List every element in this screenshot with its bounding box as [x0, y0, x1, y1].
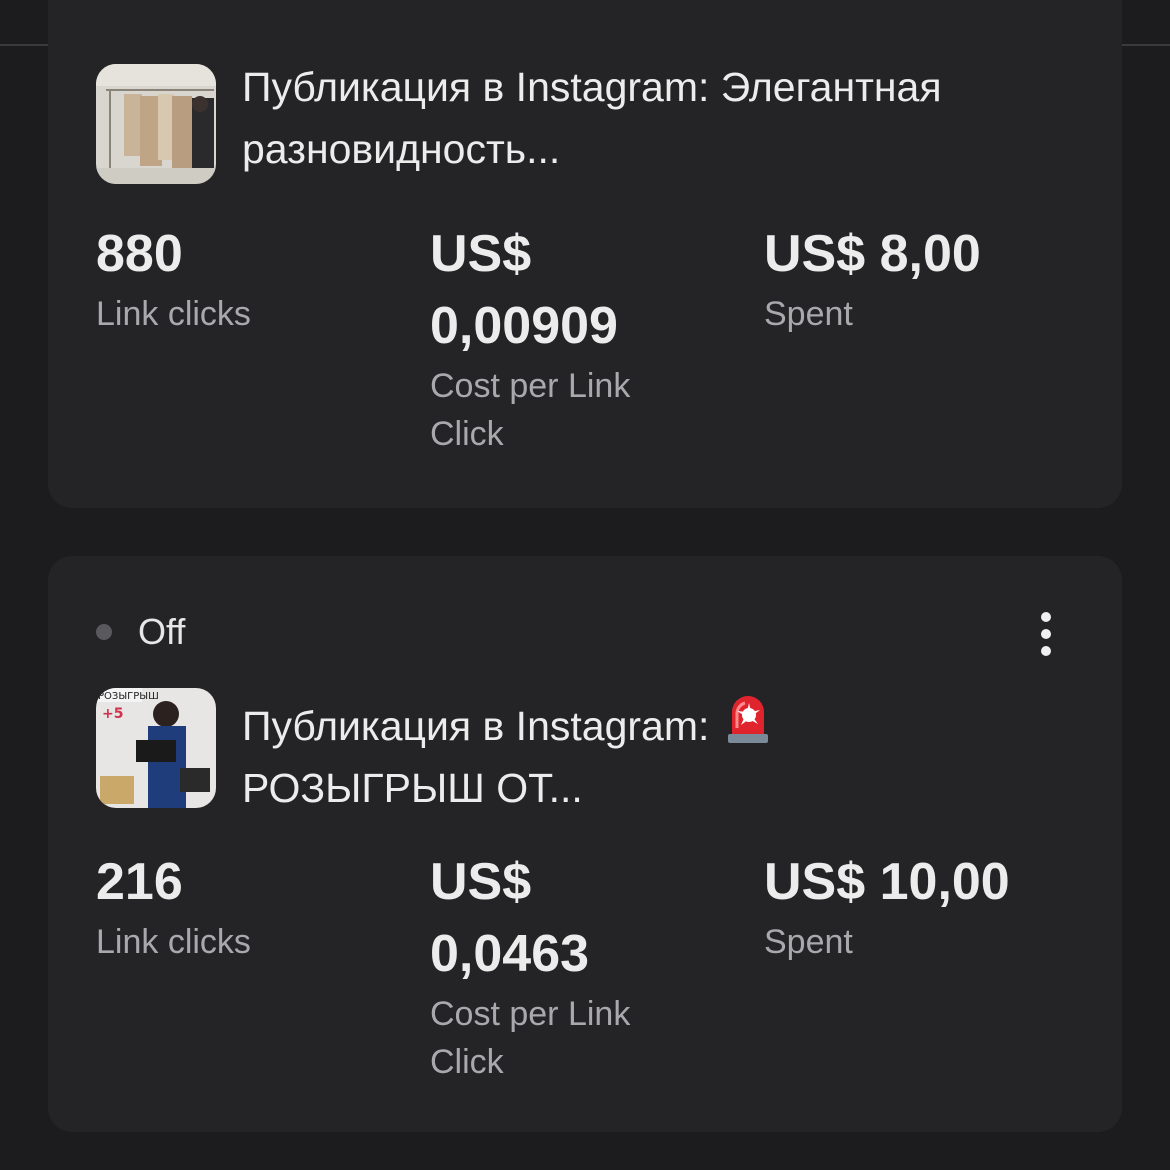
status-label: Off — [138, 611, 186, 652]
metric-cost-per-link-click: US$ 0,0463 Cost per Link Click — [430, 846, 730, 1086]
spent-value: US$ 8,00 — [764, 225, 981, 283]
ad-title-line1: Публикация в Instagram: — [242, 703, 710, 749]
link-clicks-label: Link clicks — [96, 295, 251, 333]
ad-thumbnail-clothing-rack — [96, 64, 216, 184]
cpc-label-line1: Cost per Link — [430, 367, 631, 405]
more-options-icon[interactable] — [1034, 612, 1058, 656]
svg-text:РОЗЫГРЫШ: РОЗЫГРЫШ — [98, 691, 159, 702]
link-clicks-label: Link clicks — [96, 923, 251, 961]
spent-value: US$ 10,00 — [764, 853, 1010, 911]
cpc-currency: US$ — [430, 225, 532, 283]
cpc-value: 0,0463 — [430, 925, 590, 983]
ad-status: Off — [96, 611, 186, 652]
cpc-label-line2: Click — [430, 1043, 504, 1081]
ad-title-line2: РОЗЫГРЫШ ОТ... — [242, 765, 583, 811]
ad-thumbnail-giveaway: РОЗЫГРЫШ +5 — [96, 688, 216, 808]
spent-label: Spent — [764, 923, 853, 961]
metric-spent: US$ 10,00 Spent — [764, 846, 1064, 966]
metric-cost-per-link-click: US$ 0,00909 Cost per Link Click — [430, 218, 730, 458]
siren-icon — [725, 688, 771, 744]
cpc-label-line2: Click — [430, 415, 504, 453]
ad-card[interactable]: Off РОЗЫГРЫШ +5 Публикация в Instagram: — [48, 556, 1122, 1132]
spent-label: Spent — [764, 295, 853, 333]
ad-title[interactable]: Публикация в Instagram: Элегантная разно… — [242, 56, 1082, 180]
status-dot-icon — [96, 624, 112, 640]
cpc-label-line1: Cost per Link — [430, 995, 631, 1033]
metric-spent: US$ 8,00 Spent — [764, 218, 1064, 338]
svg-text:+5: +5 — [102, 706, 123, 722]
cpc-value: 0,00909 — [430, 297, 618, 355]
cpc-currency: US$ — [430, 853, 532, 911]
ad-card[interactable]: Публикация в Instagram: Элегантная разно… — [48, 0, 1122, 508]
ads-list-screen: Публикация в Instagram: Элегантная разно… — [0, 0, 1170, 1170]
metric-link-clicks: 216 Link clicks — [96, 846, 396, 966]
link-clicks-value: 880 — [96, 225, 183, 283]
ad-title[interactable]: Публикация в Instagram: РОЗЫГРЫШ ОТ... — [242, 688, 1082, 819]
metric-link-clicks: 880 Link clicks — [96, 218, 396, 338]
link-clicks-value: 216 — [96, 853, 183, 911]
